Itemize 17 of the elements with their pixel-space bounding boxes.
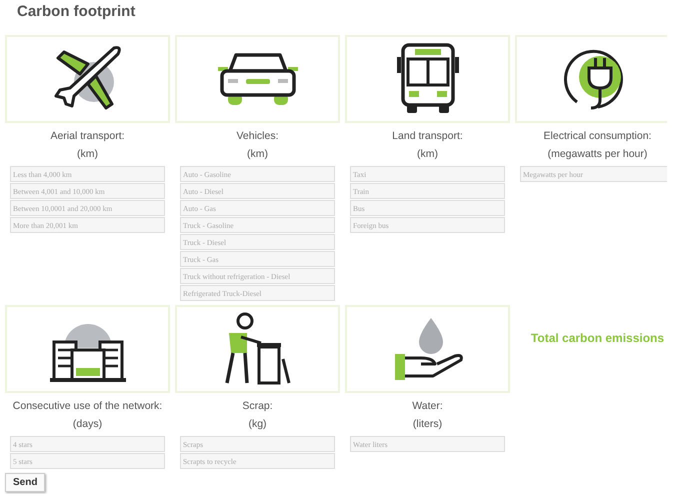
- page-title: Carbon footprint: [17, 2, 136, 22]
- total-emissions-label: Total carbon emissions: [530, 330, 666, 345]
- category-label: Scrap:: [242, 399, 273, 414]
- unit-label: (megawatts per hour): [548, 147, 648, 162]
- unit-label: (km): [417, 147, 438, 162]
- unit-label: (days): [72, 417, 102, 432]
- category-label: Vehicles:: [236, 129, 279, 144]
- category-label: Aerial transport:: [50, 129, 125, 144]
- category-label: Water:: [412, 399, 443, 414]
- category-label: Consecutive use of the network:: [12, 399, 162, 414]
- unit-label: (liters): [412, 417, 442, 432]
- unit-label: (km): [247, 147, 268, 162]
- send-button[interactable]: Send: [5, 473, 46, 492]
- unit-label: (kg): [248, 417, 267, 432]
- unit-label: (km): [77, 147, 98, 162]
- category-label: Electrical consumption:: [544, 129, 652, 144]
- category-label: Land transport:: [392, 129, 463, 144]
